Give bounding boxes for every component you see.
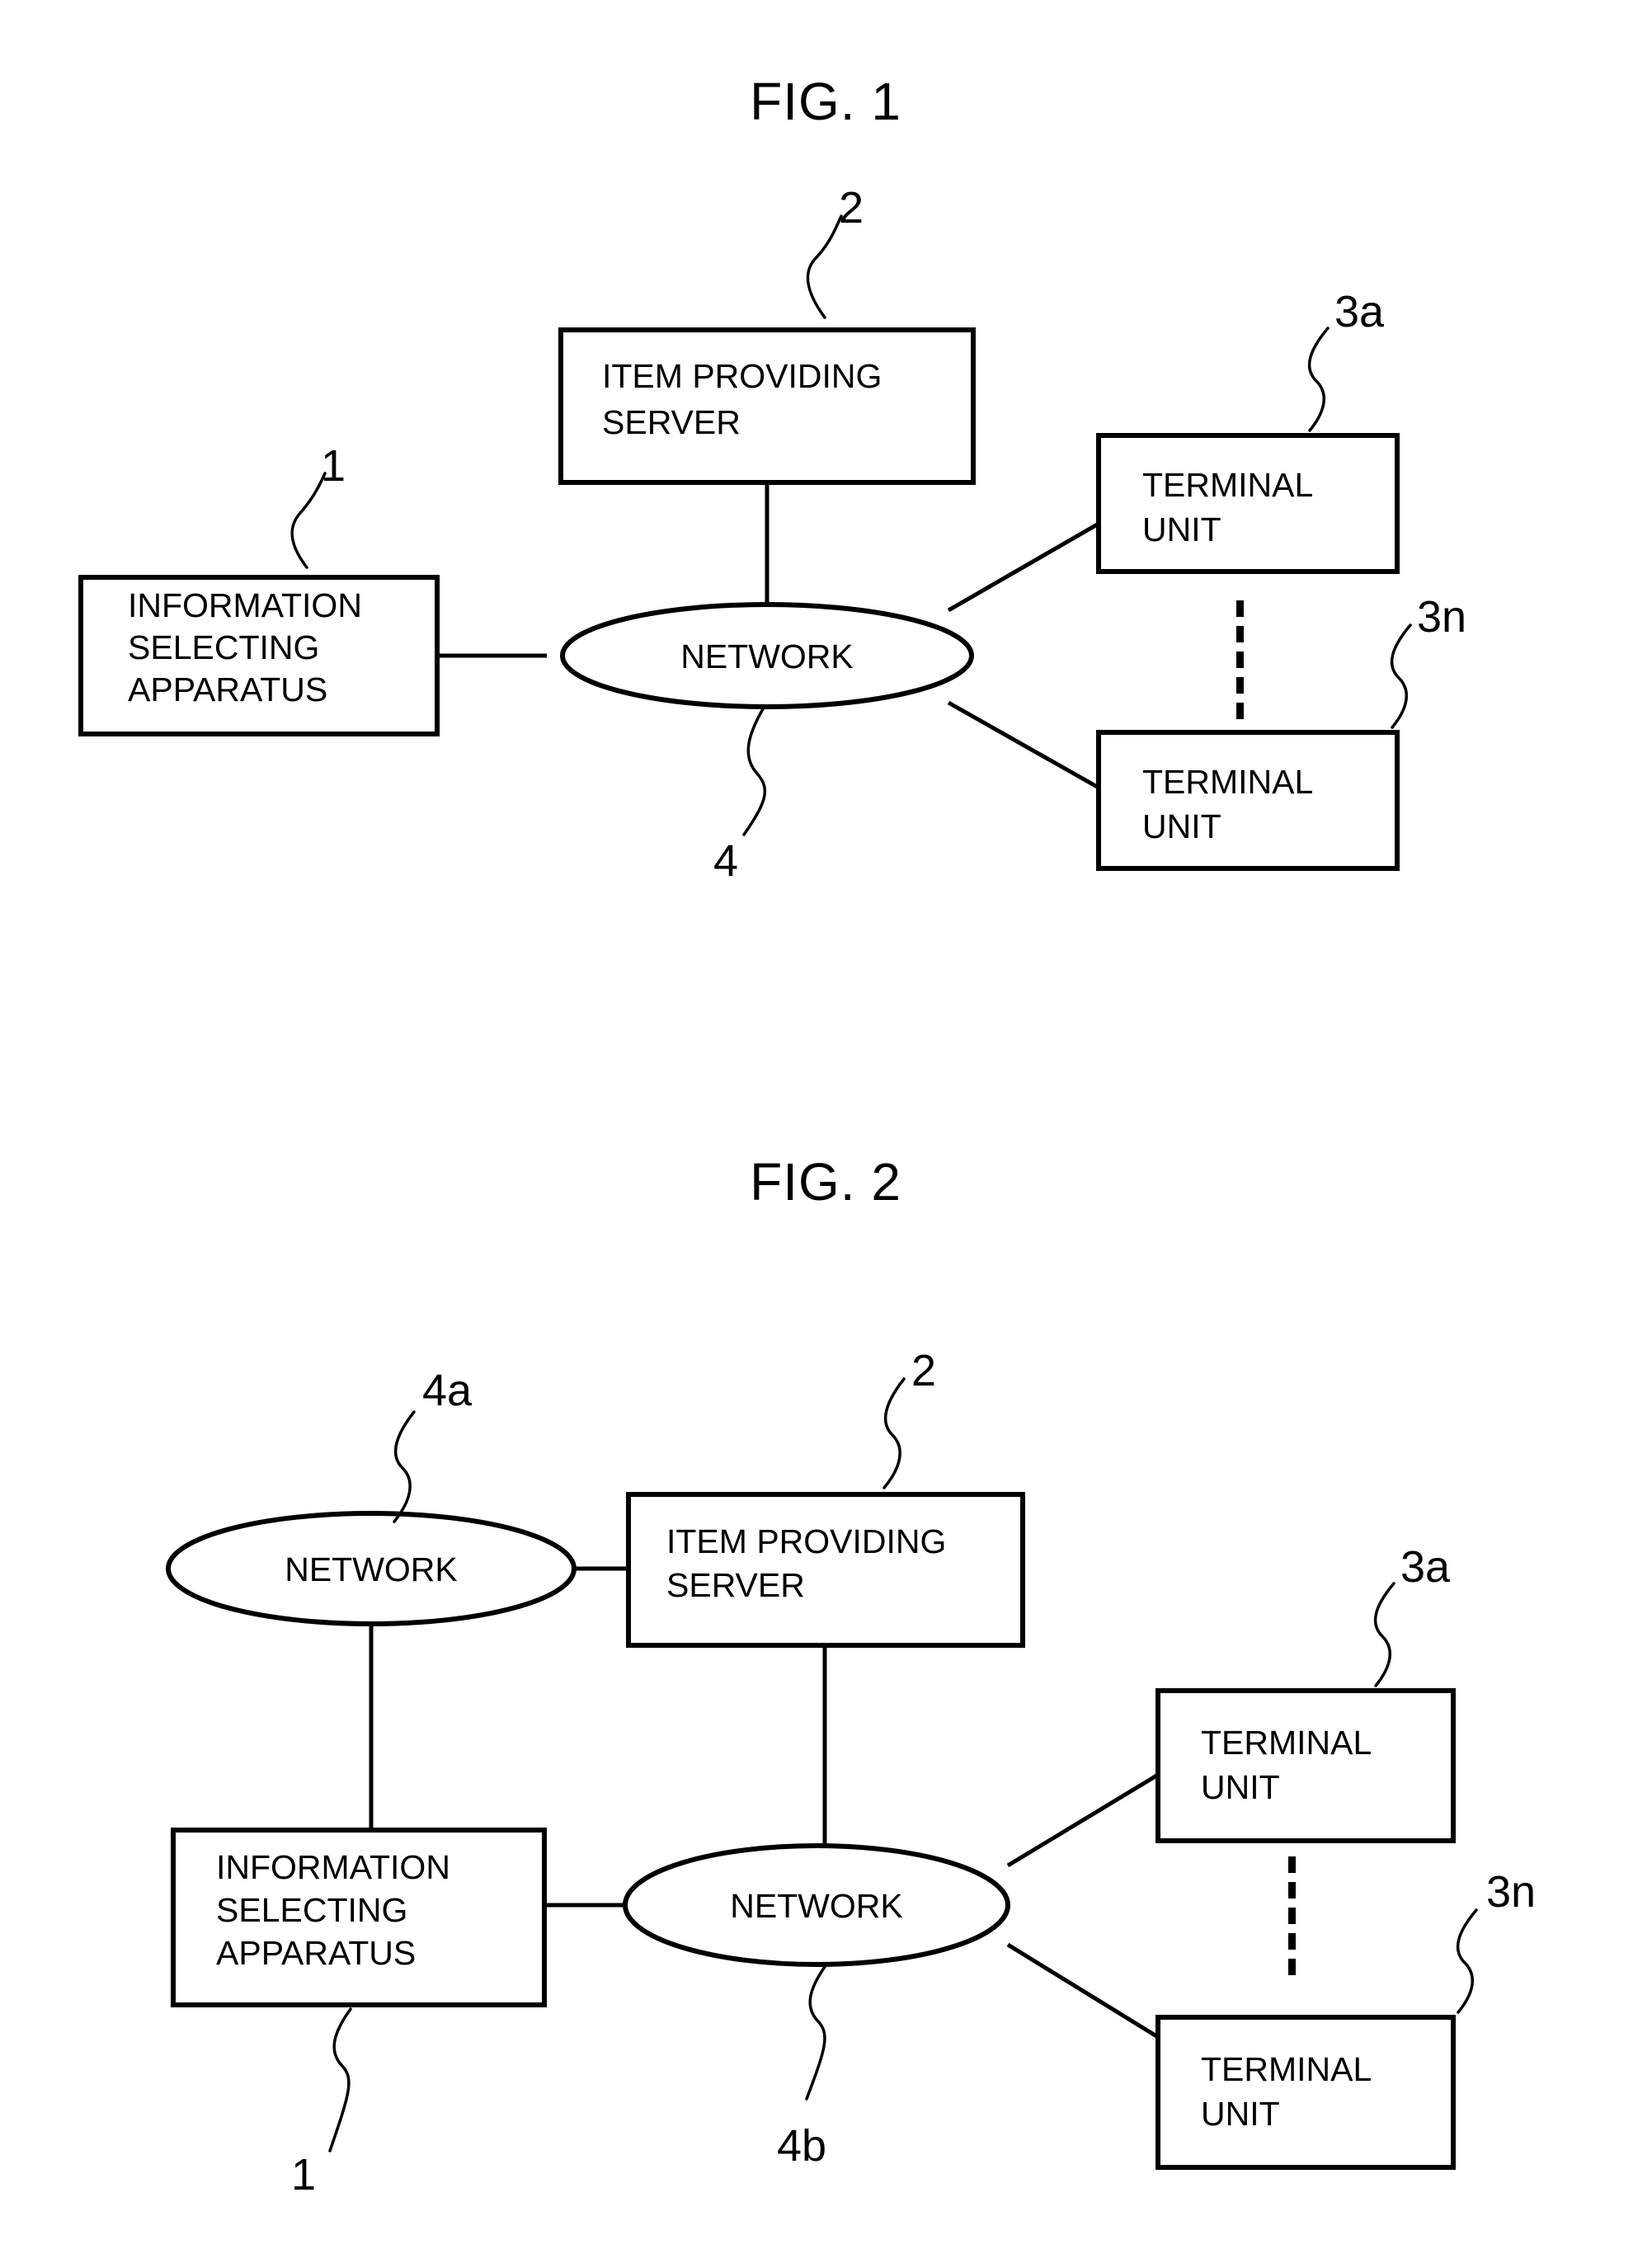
fig2-ref-number-4a: 4a	[422, 1366, 473, 1415]
fig2-terminal-a-label-line1: TERMINAL	[1201, 1724, 1372, 1762]
fig2-network-a-label: NETWORK	[285, 1550, 458, 1588]
figures-canvas: FIG. 1 ITEM PROVIDING SERVER 2 INFORMATI…	[78, 72, 1536, 2200]
fig2-terminal-unit-a: TERMINAL UNIT	[1155, 1688, 1456, 1843]
fig1-terminal-n-label-line1: TERMINAL	[1142, 763, 1313, 801]
fig2-network-b-label: NETWORK	[730, 1887, 903, 1925]
fig1-ref-1: 1	[290, 441, 346, 569]
fig2-terminal-n-box	[1155, 2015, 1456, 2170]
fig2-apparatus-label-line2: SELECTING	[216, 1891, 407, 1929]
fig1-item-providing-server: ITEM PROVIDING SERVER	[558, 327, 976, 485]
fig1-ref-2: 2	[806, 183, 864, 319]
fig1-title: FIG. 1	[750, 72, 901, 131]
fig2-leader-4b	[805, 1963, 828, 2101]
fig1-ref-3a: 3a	[1307, 287, 1385, 432]
fig1-terminal-n-label-line2: UNIT	[1142, 807, 1221, 845]
patent-drawing-sheet: FIG. 1 ITEM PROVIDING SERVER 2 INFORMATI…	[0, 0, 1652, 2249]
fig2-apparatus-label-line1: INFORMATION	[216, 1848, 450, 1886]
fig2-ref-2: 2	[882, 1346, 936, 1489]
fig2-ref-number-4b: 4b	[777, 2121, 826, 2171]
fig2-ref-4b: 4b	[777, 1963, 828, 2171]
fig2-server-label-line1: ITEM PROVIDING	[666, 1522, 946, 1560]
fig2-apparatus-label-line3: APPARATUS	[216, 1934, 416, 1972]
fig2-terminal-a-label-line2: UNIT	[1201, 1768, 1280, 1806]
fig1-information-selecting-apparatus: INFORMATION SELECTING APPARATUS	[78, 575, 440, 736]
fig2-terminal-n-label-line1: TERMINAL	[1201, 2050, 1372, 2088]
fig1-edge-network-terminal-a	[947, 521, 1100, 613]
fig2-item-providing-server: ITEM PROVIDING SERVER	[626, 1492, 1025, 1648]
fig1-apparatus-label-line2: SELECTING	[128, 628, 319, 666]
fig1-ref-number-1: 1	[321, 441, 346, 491]
fig2-title: FIG. 2	[750, 1152, 901, 1212]
fig2-edge-networkb-terminal-n	[1006, 1942, 1160, 2040]
fig1-leader-3n	[1390, 623, 1412, 729]
fig1-server-label-line2: SERVER	[602, 403, 741, 441]
fig1-terminal-unit-a: TERMINAL UNIT	[1096, 433, 1400, 574]
fig2-edge-networkb-terminal-a	[1006, 1772, 1160, 1868]
fig2-ref-number-3n: 3n	[1486, 1867, 1536, 1917]
fig1-network: NETWORK	[560, 602, 974, 709]
fig1-leader-2	[806, 214, 843, 319]
fig1-network-label: NETWORK	[680, 638, 854, 675]
fig1-apparatus-label-line3: APPARATUS	[128, 670, 327, 708]
fig1-leader-4	[742, 706, 767, 836]
fig2-information-selecting-apparatus: INFORMATION SELECTING APPARATUS	[171, 1828, 547, 2007]
fig2-ref-number-1: 1	[291, 2150, 316, 2200]
fig2-leader-3a	[1373, 1582, 1395, 1687]
fig2-ref-3n: 3n	[1456, 1867, 1536, 2014]
figure-2: FIG. 2 NETWORK 4a ITEM PROVIDING SERVER …	[166, 1152, 1536, 2200]
fig1-terminal-a-label-line1: TERMINAL	[1142, 466, 1313, 504]
fig1-leader-3a	[1307, 327, 1330, 432]
fig2-server-label-line2: SERVER	[666, 1566, 805, 1604]
fig1-edge-network-terminal-n	[947, 700, 1100, 790]
fig2-ref-number-2: 2	[911, 1346, 936, 1395]
fig1-ref-number-2: 2	[839, 183, 864, 233]
fig1-ref-number-3a: 3a	[1334, 287, 1385, 336]
fig2-network-b: NETWORK	[623, 1843, 1010, 1967]
fig2-network-a: NETWORK	[166, 1511, 577, 1626]
fig1-ref-4: 4	[713, 706, 767, 886]
fig2-ref-4a: 4a	[393, 1366, 473, 1523]
fig2-ref-3a: 3a	[1373, 1542, 1451, 1687]
fig1-terminal-unit-n: TERMINAL UNIT	[1096, 730, 1400, 871]
fig1-terminal-a-label-line2: UNIT	[1142, 510, 1221, 548]
fig1-ellipsis-dots	[1236, 600, 1244, 719]
fig1-ref-number-3n: 3n	[1417, 592, 1466, 642]
fig2-ref-number-3a: 3a	[1400, 1542, 1451, 1592]
fig2-ref-1: 1	[291, 2007, 352, 2200]
fig1-ref-3n: 3n	[1390, 592, 1466, 729]
fig2-leader-4a	[393, 1410, 416, 1523]
fig2-leader-2	[882, 1377, 906, 1489]
fig2-ellipsis-dots	[1288, 1856, 1296, 1975]
fig2-leader-1	[328, 2007, 352, 2153]
figure-1: FIG. 1 ITEM PROVIDING SERVER 2 INFORMATI…	[78, 72, 1466, 886]
fig1-ref-number-4: 4	[713, 836, 738, 886]
fig2-terminal-unit-n: TERMINAL UNIT	[1155, 2015, 1456, 2170]
fig1-server-label-line1: ITEM PROVIDING	[602, 357, 882, 395]
fig1-apparatus-label-line1: INFORMATION	[128, 586, 362, 624]
fig2-terminal-a-box	[1155, 1688, 1456, 1843]
fig2-terminal-n-label-line2: UNIT	[1201, 2095, 1280, 2133]
fig2-leader-3n	[1456, 1908, 1478, 2014]
